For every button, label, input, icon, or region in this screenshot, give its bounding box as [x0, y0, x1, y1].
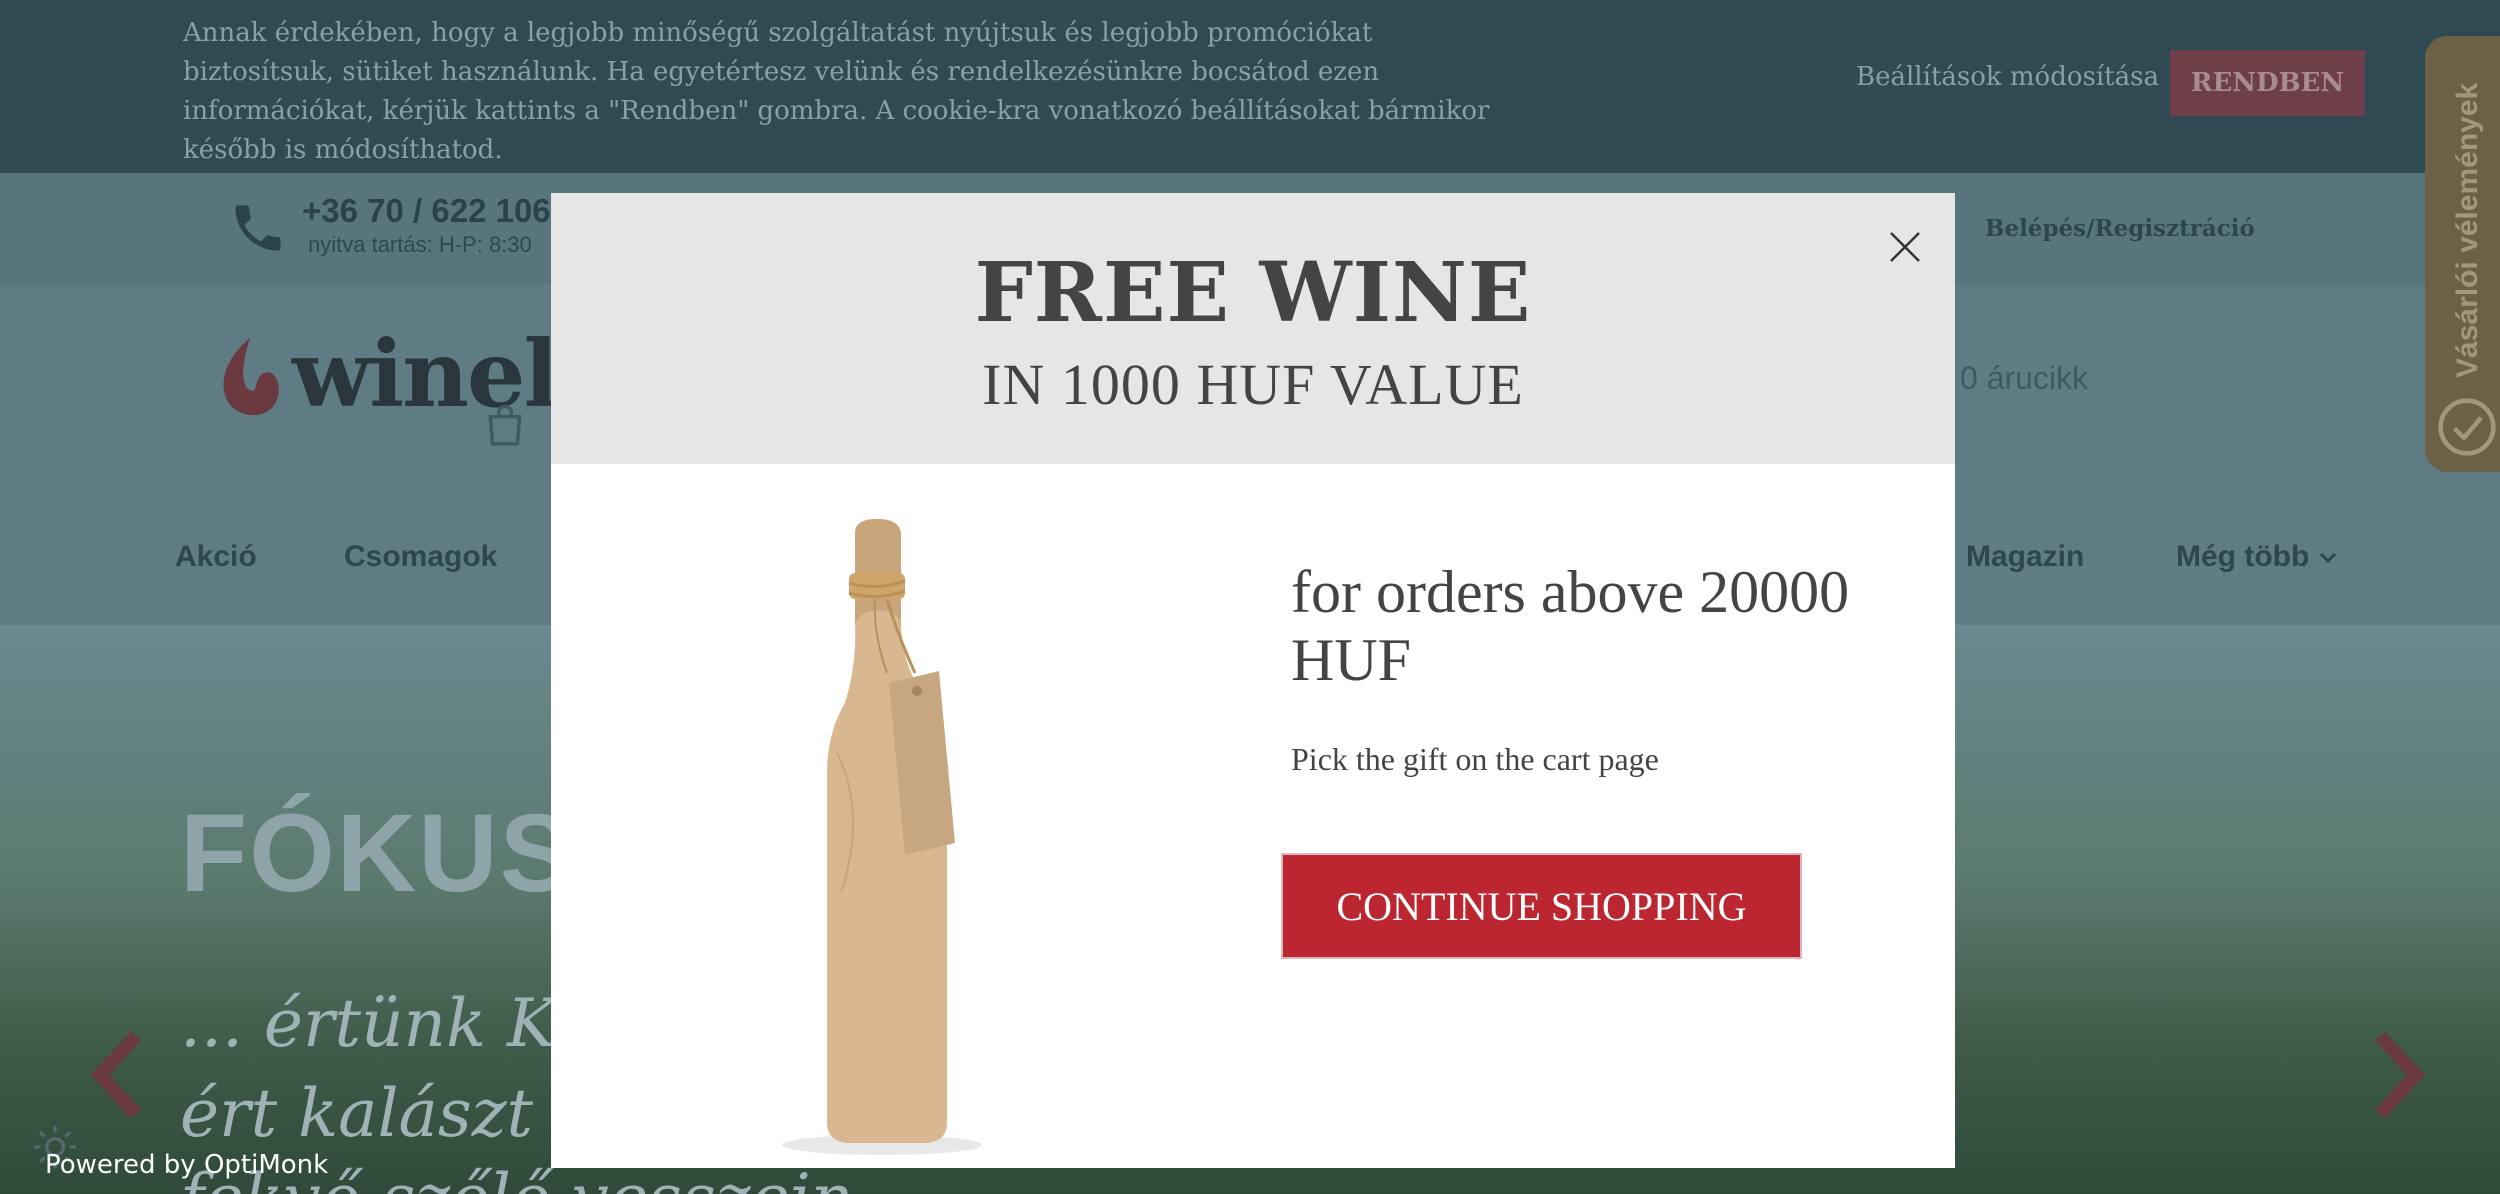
chevron-down-icon	[2319, 552, 2336, 564]
close-icon[interactable]	[1881, 223, 1929, 271]
phone-number[interactable]: +36 70 / 622 106	[302, 192, 551, 230]
cookie-text: Annak érdekében, hogy a legjobb minőségű…	[183, 18, 1490, 165]
cookie-accept-button[interactable]: RENDBEN	[2170, 50, 2365, 116]
powered-by-label[interactable]: Powered by OptiMonk	[45, 1150, 328, 1180]
promo-popup: FREE WINE IN 1000 HUF VALUE for orders a…	[551, 193, 1955, 1168]
verified-check-icon	[2438, 398, 2496, 456]
continue-shopping-button[interactable]: CONTINUE SHOPPING	[1281, 853, 1802, 959]
shopping-bag-icon	[488, 404, 522, 446]
nav-item-meg-tobb-label: Még több	[2176, 540, 2310, 573]
popup-subtitle: IN 1000 HUF VALUE	[982, 352, 1524, 417]
phone-icon	[235, 205, 281, 251]
customer-reviews-tab-label: Vásárlói vélemények	[2451, 82, 2484, 378]
carousel-next-arrow-icon[interactable]	[2368, 1030, 2428, 1120]
logo-icon	[223, 338, 279, 416]
popup-description: Pick the gift on the cart page	[1291, 741, 1659, 777]
popup-title: FREE WINE	[974, 245, 1532, 341]
nav-item-magazin[interactable]: Magazin	[1966, 540, 2084, 574]
cookie-settings-link[interactable]: Beállítások módosítása	[1856, 62, 2159, 92]
cart-count[interactable]: 0 árucikk	[1960, 360, 2088, 397]
nav-item-akcio[interactable]: Akció	[175, 540, 257, 574]
wrapped-wine-bottle-image	[782, 519, 982, 1155]
popup-header: FREE WINE IN 1000 HUF VALUE	[551, 193, 1955, 464]
nav-item-csomagok[interactable]: Csomagok	[344, 540, 497, 574]
opening-hours: nyitva tartás: H-P: 8:30	[308, 232, 532, 257]
popup-headline: for orders above 20000 HUF	[1291, 559, 1850, 693]
login-register-link[interactable]: Belépés/Regisztráció	[1985, 215, 2255, 242]
carousel-prev-arrow-icon[interactable]	[88, 1030, 148, 1120]
nav-item-meg-tobb[interactable]: Még több	[2176, 540, 2338, 574]
